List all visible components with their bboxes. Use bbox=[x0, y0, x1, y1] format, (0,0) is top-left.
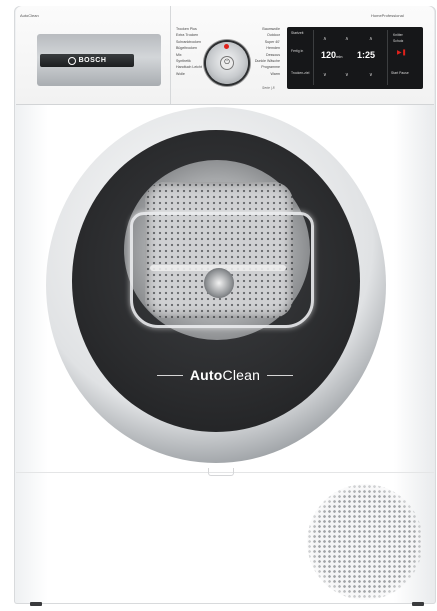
display-label[interactable]: Startzeit bbox=[291, 31, 303, 35]
decor-line bbox=[156, 374, 183, 376]
display-divider bbox=[387, 30, 388, 85]
program-label: Extra Trocken bbox=[176, 33, 199, 38]
bosch-logo-icon bbox=[67, 56, 76, 65]
plinth-notch[interactable] bbox=[208, 468, 234, 476]
down-arrow-icon[interactable]: ∨ bbox=[369, 73, 373, 78]
option-label[interactable]: Knitter bbox=[393, 33, 403, 37]
time-value: 120min bbox=[321, 50, 343, 60]
program-list-right: Baumwolle Outdoor Super 40' Hemden Desso… bbox=[255, 26, 280, 77]
decor-line bbox=[267, 374, 294, 376]
time-unit: min bbox=[336, 54, 343, 59]
program-dial[interactable]: ⏻ bbox=[206, 42, 248, 84]
display-label[interactable]: Fertig in bbox=[291, 49, 303, 53]
power-icon[interactable]: ⏻ bbox=[220, 56, 234, 70]
display-label[interactable]: Trocken-ziel bbox=[291, 71, 309, 75]
ventilation-grille bbox=[307, 484, 423, 600]
foot-left bbox=[30, 602, 42, 606]
time-number: 120 bbox=[321, 50, 337, 60]
program-label: Warm bbox=[270, 71, 280, 76]
drawer-handle[interactable]: BOSCH bbox=[40, 54, 134, 67]
autoclean-thin: Clean bbox=[222, 367, 261, 383]
end-time-value: 1:25 bbox=[357, 50, 376, 60]
brand-logo-text: BOSCH bbox=[78, 57, 107, 64]
up-arrow-icon[interactable]: ∧ bbox=[369, 37, 373, 42]
down-arrow-icon[interactable]: ∨ bbox=[323, 73, 327, 78]
foot-right bbox=[412, 602, 424, 606]
door-autoclean-label: Auto Clean bbox=[134, 364, 316, 386]
display-divider bbox=[313, 30, 314, 85]
program-label: Handtuch Leicht bbox=[176, 65, 202, 70]
product-line-label: HomeProfessional bbox=[371, 13, 404, 18]
start-pause-icon[interactable]: ▶❚ bbox=[397, 50, 407, 56]
dial-indicator-icon bbox=[224, 44, 229, 49]
series-label: Serie | 8 bbox=[262, 86, 275, 90]
control-display: Startzeit Fertig in Trocken-ziel ∧ ∧ ∧ 1… bbox=[287, 27, 423, 89]
up-arrow-icon[interactable]: ∧ bbox=[345, 37, 349, 42]
start-pause-label[interactable]: Start Pause bbox=[391, 71, 409, 75]
option-label[interactable]: Schutz bbox=[393, 39, 403, 43]
program-list-left: Trocken Plus Extra Trocken Schranktrocke… bbox=[176, 26, 202, 77]
autoclean-badge: AutoClean bbox=[20, 13, 39, 18]
down-arrow-icon[interactable]: ∨ bbox=[345, 73, 349, 78]
program-label: Wolle bbox=[176, 71, 185, 76]
drum-hub bbox=[204, 268, 234, 298]
autoclean-bold: Auto bbox=[189, 367, 223, 383]
up-arrow-icon[interactable]: ∧ bbox=[323, 37, 327, 42]
